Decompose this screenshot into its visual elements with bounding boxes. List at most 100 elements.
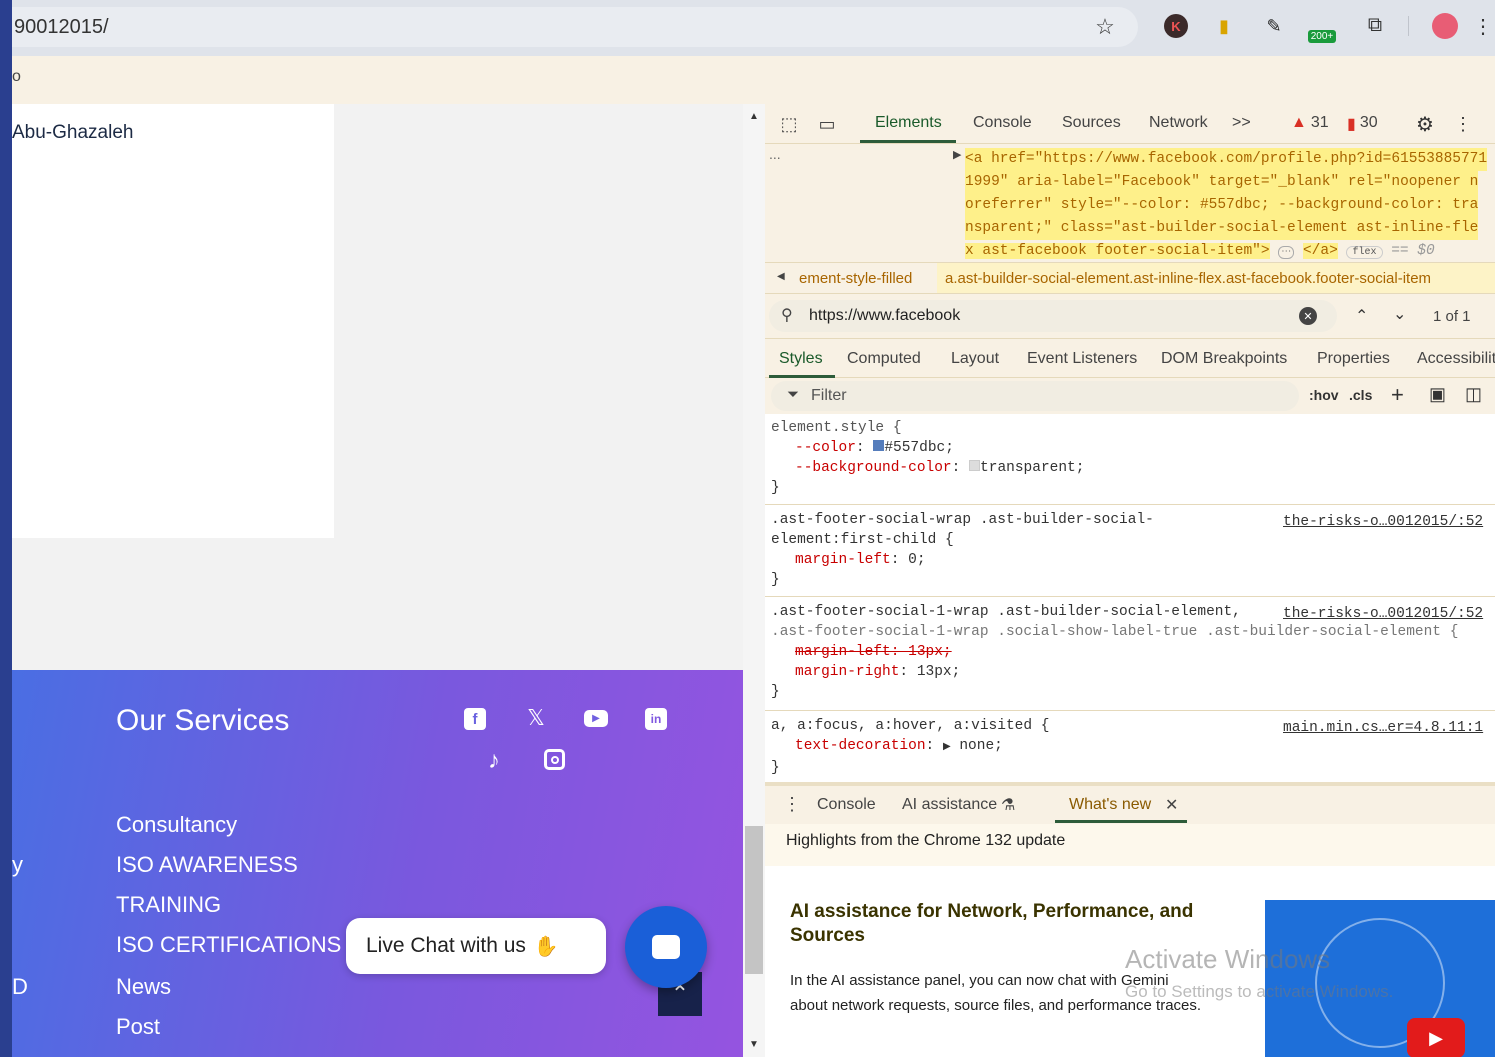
extensions-puzzle-icon[interactable]: ⧉ bbox=[1362, 12, 1388, 38]
service-link-post[interactable]: Post bbox=[116, 1014, 160, 1040]
inspect-element-icon[interactable]: ⬚ bbox=[777, 112, 801, 136]
errors-count[interactable]: ▮ 30 bbox=[1347, 114, 1378, 134]
web-page: Abu-Ghazaleh Our Services f 𝕏 ▶ in ♪ Con… bbox=[12, 104, 743, 1057]
rule-declaration[interactable]: --color: #557dbc; bbox=[771, 438, 1084, 458]
toolbar-divider bbox=[1408, 16, 1409, 36]
service-link-iso-awareness[interactable]: ISO AWARENESS bbox=[116, 852, 298, 878]
author-name[interactable]: Abu-Ghazaleh bbox=[12, 122, 133, 144]
rule-declaration[interactable]: margin-left: 0; bbox=[771, 550, 1491, 570]
cls-toggle[interactable]: .cls bbox=[1349, 387, 1372, 403]
rule-source-link[interactable]: the-risks-o…0012015/:52 bbox=[1283, 512, 1483, 532]
drawer-tab-console[interactable]: Console bbox=[817, 796, 876, 814]
page-scrollbar[interactable]: ▲ ▼ bbox=[743, 104, 765, 1057]
device-toolbar-icon[interactable]: ▭ bbox=[815, 112, 839, 136]
dom-ellipsis[interactable]: ... bbox=[769, 146, 781, 162]
service-link-training[interactable]: TRAINING bbox=[116, 892, 221, 918]
property-value: 13px; bbox=[916, 664, 961, 680]
eyedropper-icon[interactable]: ✎ bbox=[1262, 14, 1286, 38]
search-prev-icon[interactable]: ⌃ bbox=[1355, 306, 1368, 326]
scroll-up-arrow-icon[interactable]: ▲ bbox=[743, 108, 765, 124]
highlights-header: Highlights from the Chrome 132 update bbox=[765, 824, 1495, 866]
breadcrumb-prev[interactable]: ement-style-filled bbox=[799, 270, 912, 287]
youtube-icon[interactable]: ▶ bbox=[584, 710, 608, 727]
expand-shorthand-icon[interactable]: ▶ bbox=[943, 742, 951, 753]
search-next-icon[interactable]: ⌄ bbox=[1393, 304, 1406, 324]
feature-headline[interactable]: AI assistance for Network, Performance, … bbox=[790, 900, 1210, 948]
bookmark-fragment[interactable]: o bbox=[12, 68, 21, 86]
search-input[interactable]: ⚲ https://www.facebook ✕ bbox=[769, 300, 1337, 332]
service-link-news[interactable]: News bbox=[116, 974, 171, 1000]
sidebar-toggle-icon[interactable]: ◫ bbox=[1465, 384, 1482, 405]
rule-close: } bbox=[771, 480, 780, 496]
clear-search-icon[interactable]: ✕ bbox=[1299, 307, 1317, 325]
color-swatch[interactable] bbox=[873, 440, 885, 451]
address-bar[interactable] bbox=[12, 7, 1138, 47]
hov-toggle[interactable]: :hov bbox=[1309, 387, 1339, 403]
bookmark-star-icon[interactable]: ☆ bbox=[1090, 12, 1120, 42]
extension-chart-icon[interactable]: ▮ bbox=[1212, 14, 1236, 38]
drawer-menu-icon[interactable]: ⋮ bbox=[783, 794, 801, 815]
live-chat-bubble[interactable]: Live Chat with us ✋ bbox=[346, 918, 606, 974]
x-twitter-icon[interactable]: 𝕏 bbox=[524, 705, 548, 730]
filter-input[interactable]: ⏷ Filter bbox=[771, 381, 1299, 411]
settings-gear-icon[interactable]: ⚙ bbox=[1413, 112, 1437, 136]
overridden-declaration[interactable]: margin-left: 13px; bbox=[771, 642, 1491, 662]
subtab-styles[interactable]: Styles bbox=[779, 350, 823, 368]
more-tabs-button[interactable]: >> bbox=[1232, 114, 1251, 132]
errors-value: 30 bbox=[1359, 114, 1378, 131]
dom-node[interactable]: <a href="https://www.facebook.com/profil… bbox=[965, 148, 1488, 264]
collapsed-children-icon[interactable]: ⋯ bbox=[1278, 246, 1295, 259]
subtab-dom-breakpoints[interactable]: DOM Breakpoints bbox=[1161, 350, 1287, 368]
flex-badge[interactable]: flex bbox=[1346, 246, 1383, 259]
tab-console[interactable]: Console bbox=[973, 114, 1032, 132]
address-url[interactable]: 90012015/ bbox=[14, 16, 109, 39]
tab-sources[interactable]: Sources bbox=[1062, 114, 1121, 132]
tiktok-icon[interactable]: ♪ bbox=[482, 747, 506, 774]
drawer-tab-ai-assistance[interactable]: AI assistance bbox=[902, 796, 997, 814]
subtab-layout[interactable]: Layout bbox=[951, 350, 999, 368]
linkedin-icon[interactable]: in bbox=[645, 708, 667, 730]
subtab-properties[interactable]: Properties bbox=[1317, 350, 1390, 368]
expand-arrow-icon[interactable]: ▶ bbox=[953, 148, 961, 161]
rule-source-link[interactable]: main.min.cs…er=4.8.11:1 bbox=[1283, 718, 1483, 738]
service-link-iso-certifications[interactable]: ISO CERTIFICATIONS bbox=[116, 932, 341, 958]
subtab-event-listeners[interactable]: Event Listeners bbox=[1027, 350, 1137, 368]
scroll-down-arrow-icon[interactable]: ▼ bbox=[743, 1036, 765, 1052]
browser-menu-icon[interactable]: ⋮ bbox=[1473, 12, 1493, 40]
subtab-computed[interactable]: Computed bbox=[847, 350, 921, 368]
property-value: #557dbc; bbox=[884, 440, 954, 456]
footer-title: Our Services bbox=[116, 704, 290, 737]
activate-windows-title: Activate Windows bbox=[1125, 944, 1331, 974]
facebook-icon[interactable]: f bbox=[464, 708, 486, 730]
filter-icon: ⏷ bbox=[787, 386, 800, 403]
scrollbar-thumb[interactable] bbox=[745, 826, 763, 974]
rule-selector[interactable]: element.style { bbox=[771, 418, 1084, 438]
subtab-accessibility[interactable]: Accessibilit bbox=[1417, 350, 1495, 368]
tab-network[interactable]: Network bbox=[1149, 114, 1208, 132]
rule-declaration[interactable]: margin-right: 13px; bbox=[771, 662, 1491, 682]
rule-selector[interactable]: element:first-child { bbox=[771, 530, 1491, 550]
warnings-value: 31 bbox=[1310, 114, 1329, 131]
drawer-tab-whats-new[interactable]: What's new bbox=[1069, 796, 1151, 814]
new-rule-plus-icon[interactable]: + bbox=[1391, 382, 1404, 408]
rule-selector[interactable]: .ast-footer-social-1-wrap .social-show-l… bbox=[771, 622, 1491, 642]
warnings-count[interactable]: ▲ 31 bbox=[1291, 114, 1329, 132]
transparent-swatch[interactable] bbox=[969, 460, 981, 471]
instagram-icon[interactable] bbox=[544, 749, 565, 770]
extension-counter-icon[interactable]: 200+ bbox=[1304, 14, 1340, 44]
rule-source-link[interactable]: the-risks-o…0012015/:52 bbox=[1283, 604, 1483, 624]
profile-avatar[interactable] bbox=[1432, 13, 1458, 39]
rule-declaration[interactable]: --background-color: transparent; bbox=[771, 458, 1084, 478]
rule-declaration[interactable]: text-decoration: ▶ none; bbox=[771, 736, 1491, 758]
play-icon[interactable]: ▶ bbox=[1407, 1018, 1465, 1057]
devtools-menu-icon[interactable]: ⋮ bbox=[1454, 112, 1472, 136]
feature-video-thumbnail[interactable]: ▶ bbox=[1265, 900, 1495, 1057]
paint-brush-icon[interactable]: ▣ bbox=[1429, 384, 1446, 405]
service-link-consultancy[interactable]: Consultancy bbox=[116, 812, 237, 838]
close-drawer-tab-icon[interactable]: ✕ bbox=[1165, 795, 1178, 815]
chat-launcher-button[interactable] bbox=[625, 906, 707, 988]
breadcrumb-current[interactable]: a.ast-builder-social-element.ast-inline-… bbox=[937, 263, 1495, 293]
breadcrumb-back-icon[interactable]: ◀ bbox=[777, 271, 785, 282]
extension-k-icon[interactable]: K bbox=[1164, 14, 1188, 38]
tab-elements[interactable]: Elements bbox=[875, 114, 942, 132]
